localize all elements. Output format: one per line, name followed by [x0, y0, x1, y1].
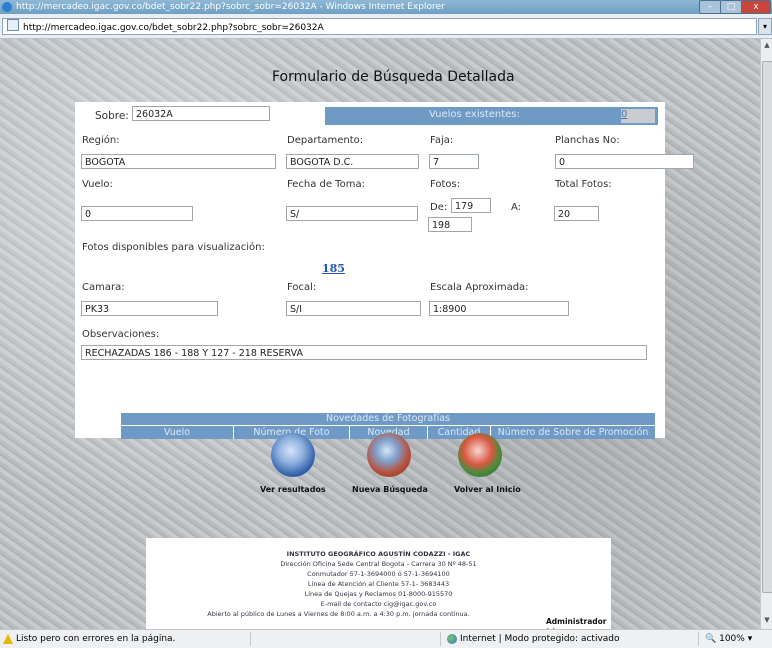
planchas-field[interactable]: 0	[555, 154, 694, 169]
departamento-label: Departamento:	[287, 135, 364, 146]
region-field[interactable]: BOGOTA	[81, 154, 276, 169]
document-icon	[271, 433, 315, 477]
site-footer: INSTITUTO GEOGRÁFICO AGUSTÍN CODAZZI - I…	[146, 538, 611, 629]
faja-label: Faja:	[430, 135, 454, 146]
nueva-busqueda-label: Nueva Búsqueda	[352, 485, 428, 494]
window-title: http://mercadeo.igac.gov.co/bdet_sobr22.…	[16, 2, 445, 12]
camara-label: Camara:	[82, 282, 125, 293]
col-numero-sobre: Número de Sobre de Promoción	[497, 427, 649, 438]
zoom-dropdown-icon: ▾	[747, 634, 753, 644]
fecha-field[interactable]: S/	[286, 206, 418, 221]
close-button[interactable]: x	[741, 0, 771, 14]
zoom-control[interactable]: 🔍 100% ▾	[705, 630, 752, 648]
vertical-scrollbar[interactable]: ▲ ▼	[760, 39, 772, 629]
vuelos-existentes-bar: Vuelos existentes: 0	[325, 107, 658, 125]
address-bar: http://mercadeo.igac.gov.co/bdet_sobr22.…	[0, 14, 772, 39]
de-field[interactable]: 179	[451, 198, 491, 213]
warning-icon[interactable]	[3, 634, 13, 644]
status-divider	[698, 632, 699, 646]
de-label: De:	[430, 202, 448, 213]
observaciones-field[interactable]: RECHAZADAS 186 - 188 Y 127 - 218 RESERVA	[81, 345, 647, 360]
focal-label: Focal:	[287, 282, 317, 293]
a-field[interactable]: 198	[428, 217, 472, 232]
total-fotos-field[interactable]: 20	[554, 206, 599, 221]
status-divider	[440, 632, 441, 646]
footer-line-1: INSTITUTO GEOGRÁFICO AGUSTÍN CODAZZI - I…	[286, 550, 471, 558]
security-zone[interactable]: Internet | Modo protegido: activado	[460, 630, 620, 648]
footer-line-6: E-mail de contacto cig@igac.gov.co	[320, 600, 437, 608]
address-input[interactable]: http://mercadeo.igac.gov.co/bdet_sobr22.…	[2, 18, 757, 35]
scroll-thumb[interactable]	[762, 61, 772, 593]
focal-field[interactable]: S/I	[286, 301, 421, 316]
scroll-down-arrow-icon[interactable]: ▼	[761, 616, 772, 626]
faja-field[interactable]: 7	[429, 154, 479, 169]
address-dropdown-button[interactable]: ▾	[758, 18, 772, 35]
maximize-button[interactable]: □	[720, 0, 742, 14]
departamento-field[interactable]: BOGOTA D.C.	[286, 154, 419, 169]
form-title: Formulario de Búsqueda Detallada	[272, 69, 515, 85]
status-bar: Listo pero con errores en la página. Int…	[0, 629, 772, 648]
vuelo-field[interactable]: 0	[81, 206, 193, 221]
zoom-icon: 🔍	[705, 634, 717, 644]
fecha-label: Fecha de Toma:	[287, 179, 365, 190]
footer-line-4: Línea de Atención al Cliente 57-1- 36834…	[307, 580, 450, 588]
footer-line-5: Línea de Quejas y Reclamos 01-8000-91557…	[304, 590, 453, 598]
novedades-title: Novedades de Fotografías	[121, 413, 655, 425]
a-label: A:	[511, 202, 522, 213]
form-panel: Sobre: 26032A Vuelos existentes: 0 Regió…	[75, 102, 694, 439]
status-divider	[250, 632, 251, 646]
vuelo-label: Vuelo:	[82, 179, 113, 190]
address-url: http://mercadeo.igac.gov.co/bdet_sobr22.…	[23, 23, 324, 33]
page-icon	[7, 19, 19, 31]
minimize-button[interactable]: –	[699, 0, 721, 14]
disponibles-label: Fotos disponibles para visualización:	[82, 242, 265, 253]
escala-field[interactable]: 1:8900	[429, 301, 569, 316]
home-icon	[458, 433, 502, 477]
book-icon	[367, 433, 411, 477]
internet-explorer-icon	[2, 2, 12, 12]
volver-inicio-label: Volver al Inicio	[454, 485, 521, 494]
page-content: Formulario de Búsqueda Detallada Sobre: …	[0, 39, 760, 629]
zoom-level: 100%	[719, 634, 745, 644]
vuelos-count-link[interactable]: 0	[621, 109, 655, 123]
ver-resultados-label: Ver resultados	[260, 485, 326, 494]
col-vuelo: Vuelo	[121, 426, 234, 439]
status-text[interactable]: Listo pero con errores en la página.	[16, 630, 175, 648]
footer-line-2: Dirección Oficina Sede Central Bogota - …	[280, 560, 477, 568]
scroll-up-arrow-icon[interactable]: ▲	[761, 41, 772, 51]
region-label: Región:	[82, 135, 120, 146]
sobre-field[interactable]: 26032A	[132, 106, 270, 121]
footer-line-3: Conmutador 57-1-3694000 ó 57-1-3694100	[307, 570, 450, 578]
total-fotos-label: Total Fotos:	[555, 179, 612, 190]
disponibles-link[interactable]: 185	[322, 262, 345, 275]
window-titlebar: http://mercadeo.igac.gov.co/bdet_sobr22.…	[0, 0, 772, 14]
globe-icon	[447, 634, 457, 644]
sobre-label: Sobre:	[95, 110, 129, 122]
administrador-link[interactable]: Administrador >>	[546, 617, 611, 629]
vuelos-existentes-label: Vuelos existentes:	[429, 109, 520, 120]
fotos-label: Fotos:	[430, 179, 461, 190]
observaciones-label: Observaciones:	[82, 329, 160, 340]
planchas-label: Planchas No:	[555, 135, 620, 146]
escala-label: Escala Aproximada:	[430, 282, 529, 293]
footer-line-7: Abierto al público de Lunes a Viernes de…	[207, 610, 470, 618]
camara-field[interactable]: PK33	[81, 301, 218, 316]
